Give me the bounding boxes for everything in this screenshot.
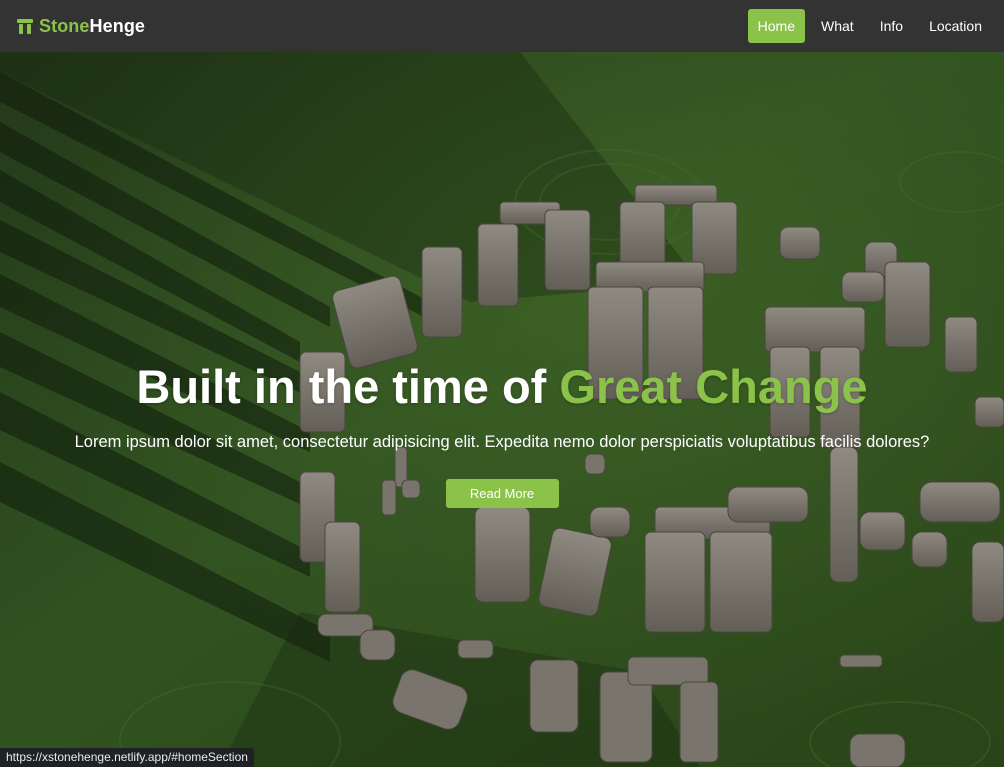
read-more-button[interactable]: Read More bbox=[445, 479, 559, 508]
stonehenge-icon bbox=[17, 19, 33, 34]
brand-logo-link[interactable]: StoneHenge bbox=[16, 14, 145, 38]
nav-link-home[interactable]: Home bbox=[747, 9, 806, 43]
hero-subtitle: Lorem ipsum dolor sit amet, consectetur … bbox=[74, 433, 930, 451]
hero-title: Built in the time of Great Change bbox=[0, 355, 1004, 419]
navbar: StoneHenge Home What Info Location bbox=[0, 0, 1004, 52]
hero-section: Built in the time of Great Change Lorem … bbox=[0, 52, 1004, 767]
page: StoneHenge Home What Info Location Built… bbox=[0, 0, 1004, 767]
nav-link-info[interactable]: Info bbox=[870, 9, 913, 43]
hero-content: Built in the time of Great Change Lorem … bbox=[0, 355, 1004, 508]
nav-link-what[interactable]: What bbox=[811, 9, 864, 43]
brand-name-stone: Stone bbox=[39, 15, 90, 36]
main-nav: Home What Info Location bbox=[742, 9, 992, 43]
hero-title-accent: Great Change bbox=[559, 360, 868, 413]
brand-name-henge: Henge bbox=[89, 15, 146, 36]
hero-title-plain: Built in the time of bbox=[136, 360, 560, 413]
brand-name: StoneHenge bbox=[39, 16, 145, 37]
nav-link-location[interactable]: Location bbox=[919, 9, 992, 43]
status-bar-url: https://xstonehenge.netlify.app/#homeSec… bbox=[0, 748, 254, 767]
